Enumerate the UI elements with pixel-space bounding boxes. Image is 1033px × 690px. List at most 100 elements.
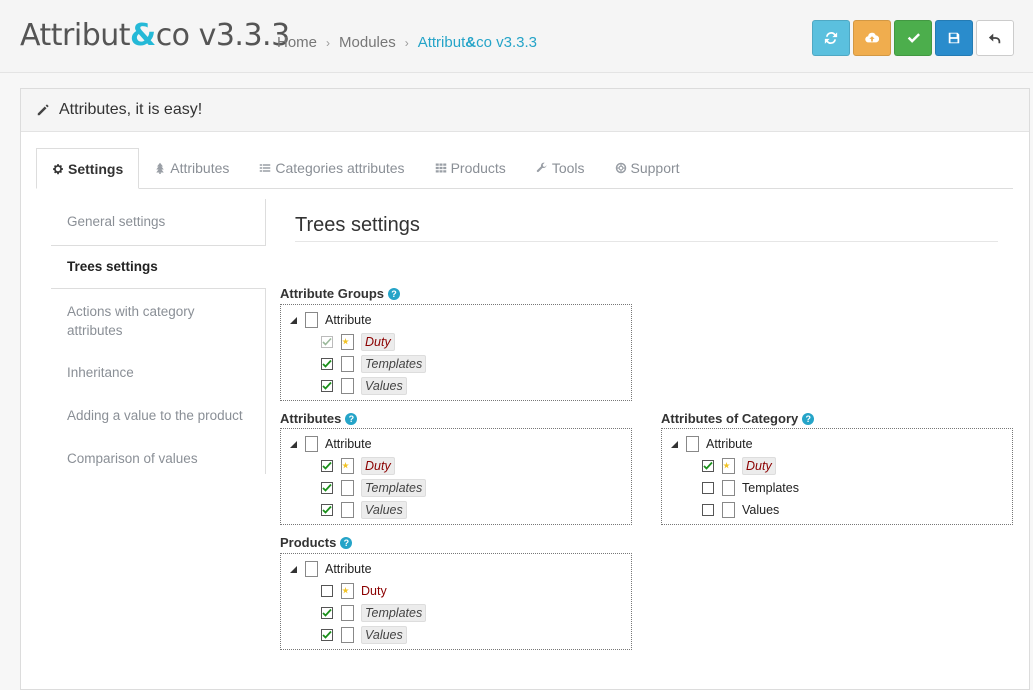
- refresh-button[interactable]: [812, 20, 850, 56]
- collapse-triangle-icon[interactable]: [289, 440, 297, 448]
- side-item-adding-value[interactable]: Adding a value to the product: [51, 394, 265, 437]
- checkbox[interactable]: [321, 585, 333, 597]
- wrench-icon: [536, 162, 547, 173]
- tree-node-label: Templates: [742, 481, 799, 495]
- products-label: Products?: [280, 535, 353, 550]
- save-icon: [948, 32, 960, 44]
- collapse-triangle-icon[interactable]: [670, 440, 678, 448]
- collapse-triangle-icon[interactable]: [289, 565, 297, 573]
- app-title-part2: co v3.3.3: [155, 18, 290, 53]
- tab-categories-attributes[interactable]: Categories attributes: [244, 148, 419, 188]
- grid-icon: [435, 163, 446, 173]
- side-item-comparison[interactable]: Comparison of values: [51, 437, 265, 480]
- cloud-upload-icon: [865, 32, 879, 43]
- checkmark-icon: [703, 461, 713, 470]
- document-icon: [305, 312, 318, 328]
- checkmark-icon: [322, 461, 332, 470]
- document-icon: [341, 378, 354, 394]
- tab-attributes-label: Attributes: [170, 160, 230, 176]
- tree-node-label: Templates: [361, 479, 427, 497]
- list-icon: [260, 164, 271, 172]
- refresh-icon: [824, 32, 838, 44]
- side-item-category-actions[interactable]: Actions with category attributes: [51, 289, 265, 352]
- side-item-general-settings[interactable]: General settings: [51, 199, 265, 245]
- breadcrumb-current-amp: &: [465, 34, 477, 51]
- checkbox[interactable]: [321, 460, 333, 472]
- back-button[interactable]: [976, 20, 1014, 56]
- tree-root[interactable]: Attribute: [289, 310, 372, 330]
- side-item-trees-settings[interactable]: Trees settings: [51, 245, 266, 289]
- tab-support-label: Support: [630, 160, 680, 176]
- tree-node[interactable]: Templates: [321, 354, 427, 374]
- checkbox[interactable]: [702, 504, 714, 516]
- tab-tools[interactable]: Tools: [521, 148, 600, 188]
- back-icon: [988, 33, 1001, 44]
- app-title-amp: &: [130, 18, 156, 53]
- checkbox[interactable]: [321, 607, 333, 619]
- tree-root[interactable]: Attribute: [289, 559, 372, 579]
- document-icon: [722, 480, 735, 496]
- checkbox-disabled: [321, 336, 333, 348]
- attributes-of-category-label-text: Attributes of Category: [661, 411, 799, 426]
- checkbox[interactable]: [702, 482, 714, 494]
- breadcrumb: Home › Modules › Attribut&co v3.3.3: [277, 34, 537, 51]
- tree-node-label: Duty: [361, 457, 395, 475]
- breadcrumb-modules[interactable]: Modules: [339, 34, 396, 51]
- checkmark-icon: [322, 608, 332, 617]
- checkbox[interactable]: [321, 629, 333, 641]
- tree-node[interactable]: Values: [321, 500, 407, 520]
- save-check-button[interactable]: [894, 20, 932, 56]
- starred-document-icon: [341, 583, 354, 599]
- checkbox[interactable]: [321, 504, 333, 516]
- starred-document-icon: [341, 458, 354, 474]
- checkmark-icon: [322, 359, 332, 368]
- checkbox[interactable]: [321, 482, 333, 494]
- tree-node[interactable]: Duty: [702, 456, 776, 476]
- checkmark-icon: [322, 483, 332, 492]
- document-icon: [341, 605, 354, 621]
- tree-node[interactable]: Values: [321, 376, 407, 396]
- document-icon: [305, 436, 318, 452]
- tree-node[interactable]: Duty: [321, 456, 395, 476]
- tree-node[interactable]: Templates: [321, 603, 427, 623]
- tab-attributes[interactable]: Attributes: [139, 148, 244, 188]
- tree-node[interactable]: Duty: [321, 332, 395, 352]
- section-title: Trees settings: [295, 214, 420, 236]
- lifebuoy-icon: [615, 162, 626, 174]
- document-icon: [341, 356, 354, 372]
- side-item-inheritance[interactable]: Inheritance: [51, 352, 265, 394]
- section-divider: [295, 241, 998, 242]
- checkbox[interactable]: [321, 380, 333, 392]
- checkbox[interactable]: [702, 460, 714, 472]
- tree-node[interactable]: Values: [321, 625, 407, 645]
- attribute-groups-tree: Attribute Duty Templates Values: [280, 304, 632, 401]
- help-icon[interactable]: ?: [388, 287, 400, 300]
- attribute-groups-label: Attribute Groups?: [280, 286, 400, 301]
- tree-node[interactable]: Values: [702, 500, 779, 520]
- panel-heading-text: Attributes, it is easy!: [59, 101, 203, 118]
- tab-settings[interactable]: Settings: [36, 148, 140, 189]
- tree-root[interactable]: Attribute: [670, 434, 753, 454]
- tab-support[interactable]: Support: [600, 148, 695, 188]
- tree-root[interactable]: Attribute: [289, 434, 372, 454]
- settings-panel: Attributes, it is easy! Settings Attribu…: [20, 88, 1030, 690]
- check-icon: [907, 33, 920, 43]
- help-icon[interactable]: ?: [802, 412, 815, 425]
- save-button[interactable]: [935, 20, 973, 56]
- tree-node[interactable]: Templates: [321, 478, 427, 498]
- side-menu: General settings Trees settings Actions …: [51, 199, 266, 474]
- checkmark-icon: [322, 381, 332, 390]
- help-icon[interactable]: ?: [340, 536, 353, 549]
- help-icon[interactable]: ?: [345, 412, 358, 425]
- tab-products-label: Products: [450, 160, 506, 176]
- attributes-of-category-tree: Attribute Duty Templates Values: [661, 428, 1013, 525]
- breadcrumb-home[interactable]: Home: [277, 34, 317, 51]
- checkbox[interactable]: [321, 358, 333, 370]
- tab-products[interactable]: Products: [420, 148, 521, 188]
- tree-node[interactable]: Templates: [702, 478, 799, 498]
- document-icon: [341, 502, 354, 518]
- cloud-upload-button[interactable]: [853, 20, 891, 56]
- collapse-triangle-icon[interactable]: [289, 316, 297, 324]
- breadcrumb-separator-icon: ›: [404, 35, 409, 50]
- tree-node[interactable]: Duty: [321, 581, 387, 601]
